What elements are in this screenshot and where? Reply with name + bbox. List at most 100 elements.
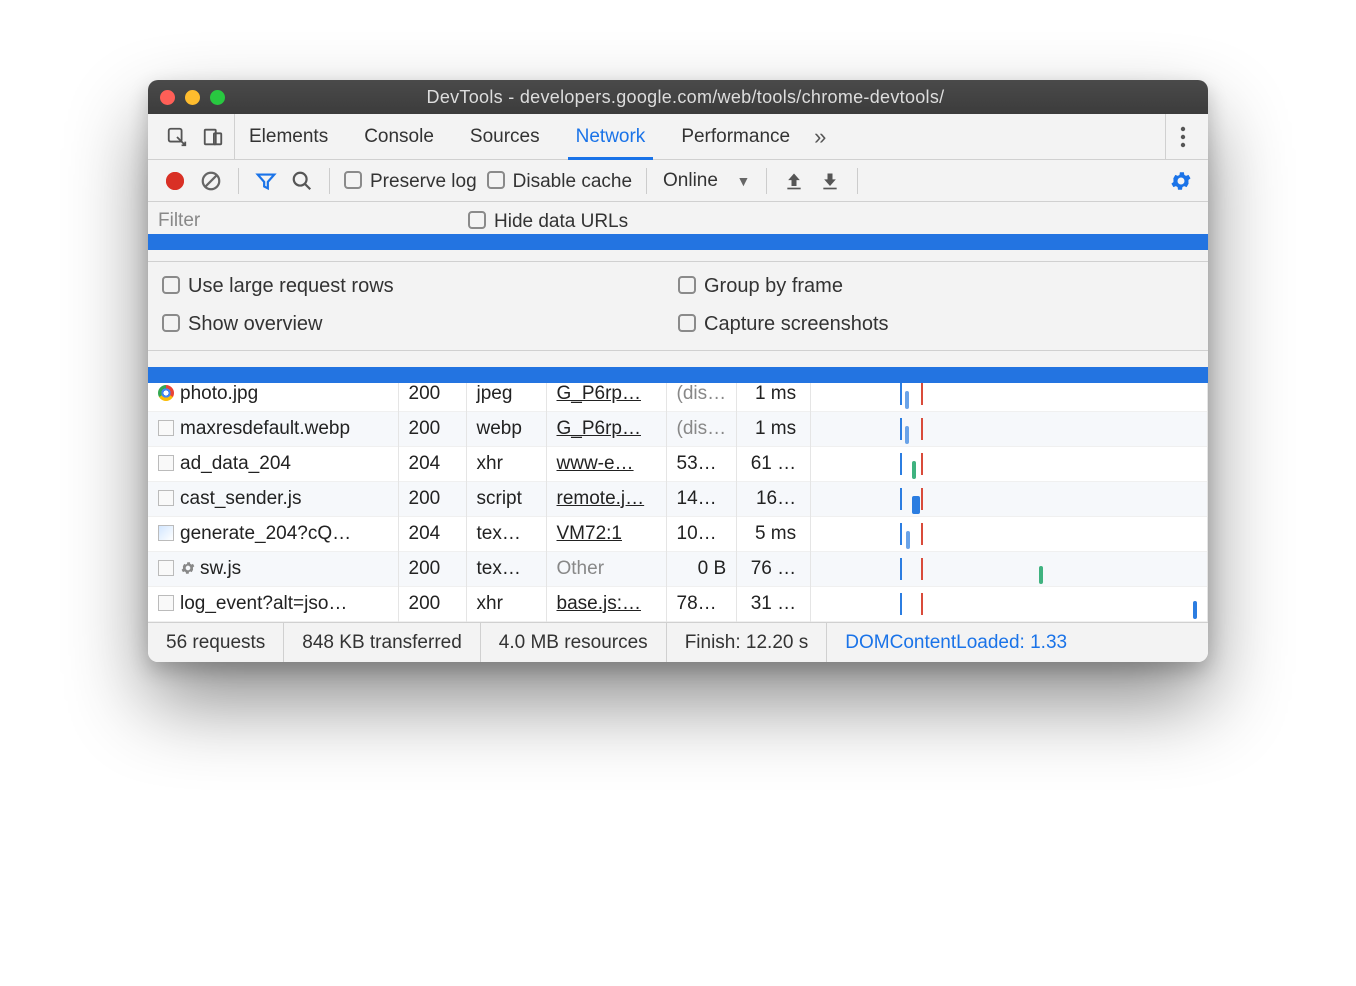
record-button[interactable] xyxy=(162,168,188,194)
request-status: 204 xyxy=(398,447,466,482)
download-har-icon[interactable] xyxy=(817,168,843,194)
request-type: xhr xyxy=(466,587,546,622)
network-settings-panel: Use large request rows Group by frame Sh… xyxy=(148,240,1208,377)
waterfall-cell xyxy=(821,593,1197,615)
chrome-icon xyxy=(158,385,174,401)
request-initiator[interactable]: G_P6rp… xyxy=(557,418,641,439)
tab-performance[interactable]: Performance xyxy=(677,114,794,159)
waterfall-cell xyxy=(821,383,1197,405)
preserve-log-checkbox[interactable]: Preserve log xyxy=(344,169,477,193)
table-row[interactable]: photo.jpg200jpegG_P6rp…(dis…1 ms xyxy=(148,377,1208,412)
table-row[interactable]: generate_204?cQ…204tex…VM72:110…5 ms xyxy=(148,517,1208,552)
request-status: 200 xyxy=(398,552,466,587)
request-size: 14… xyxy=(666,482,737,517)
table-row[interactable]: maxresdefault.webp 200webp G_P6rp… (dis…1 m… xyxy=(148,412,1208,447)
request-size: 78… xyxy=(666,587,737,622)
status-resources: 4.0 MB resources xyxy=(481,623,667,662)
request-initiator[interactable]: VM72:1 xyxy=(557,523,622,544)
devtools-window: DevTools - developers.google.com/web/too… xyxy=(148,80,1208,662)
request-name: ad_data_204 xyxy=(180,453,291,474)
inspect-element-icon[interactable] xyxy=(164,124,190,150)
network-status-bar: 56 requests 848 KB transferred 4.0 MB re… xyxy=(148,622,1208,662)
throttling-dropdown[interactable]: Online ▼ xyxy=(661,170,752,192)
request-size: (dis… xyxy=(666,377,737,412)
chevron-down-icon: ▼ xyxy=(737,173,751,189)
group-by-frame-checkbox[interactable]: Group by frame xyxy=(678,274,1194,298)
close-window-button[interactable] xyxy=(160,90,175,105)
request-name: cast_sender.js xyxy=(180,488,301,509)
request-size: (dis… xyxy=(666,412,737,447)
window-title: DevTools - developers.google.com/web/too… xyxy=(175,87,1196,108)
use-large-rows-checkbox[interactable]: Use large request rows xyxy=(162,274,678,298)
request-type: tex… xyxy=(466,552,546,587)
tab-elements[interactable]: Elements xyxy=(245,114,332,159)
filter-input[interactable]: Filter xyxy=(158,210,468,232)
table-row[interactable]: cast_sender.js 200script remote.j… 14…16… xyxy=(148,482,1208,517)
request-size: 10… xyxy=(666,517,737,552)
tab-sources[interactable]: Sources xyxy=(466,114,544,159)
request-initiator[interactable]: www-e… xyxy=(557,453,634,474)
clear-button[interactable] xyxy=(198,168,224,194)
hide-data-urls-label: Hide data URLs xyxy=(494,211,628,232)
request-time: 5 ms xyxy=(737,517,811,552)
request-initiator[interactable]: G_P6rp… xyxy=(557,383,641,404)
gear-icon xyxy=(180,560,196,576)
doc-file-icon xyxy=(158,490,174,506)
waterfall-cell xyxy=(821,558,1197,580)
request-time: 61 … xyxy=(737,447,811,482)
table-row[interactable]: sw.js 200tex… Other 0 B76 … xyxy=(148,552,1208,587)
request-name: generate_204?cQ… xyxy=(180,523,351,544)
table-row[interactable]: log_event?alt=jso…200xhrbase.js:…78…31 … xyxy=(148,587,1208,622)
waterfall-cell xyxy=(821,523,1197,545)
request-status: 200 xyxy=(398,377,466,412)
request-type: xhr xyxy=(466,447,546,482)
show-overview-checkbox[interactable]: Show overview xyxy=(162,312,678,336)
waterfall-cell xyxy=(821,488,1197,510)
filter-bar: Filter Hide data URLs xyxy=(148,202,1208,240)
search-icon[interactable] xyxy=(289,168,315,194)
request-type: webp xyxy=(466,412,546,447)
request-initiator[interactable]: base.js:… xyxy=(557,593,641,614)
request-status: 200 xyxy=(398,482,466,517)
device-toolbar-icon[interactable] xyxy=(200,124,226,150)
filter-icon[interactable] xyxy=(253,168,279,194)
request-name: sw.js xyxy=(200,558,241,579)
request-time: 1 ms xyxy=(737,412,811,447)
hide-data-urls-checkbox[interactable]: Hide data URLs xyxy=(468,209,628,233)
doc-file-icon xyxy=(158,560,174,576)
devtools-tabstrip: Elements Console Sources Network Performance… xyxy=(148,114,1208,160)
request-size: 53… xyxy=(666,447,737,482)
request-status: 200 xyxy=(398,412,466,447)
table-row[interactable]: ad_data_204 204xhr www-e… 53…61 … xyxy=(148,447,1208,482)
capture-screenshots-checkbox[interactable]: Capture screenshots xyxy=(678,312,1194,336)
titlebar: DevTools - developers.google.com/web/too… xyxy=(148,80,1208,114)
status-finish: Finish: 12.20 s xyxy=(667,623,828,662)
more-tabs-button[interactable]: » xyxy=(814,114,826,159)
doc-file-icon xyxy=(158,420,174,436)
upload-har-icon[interactable] xyxy=(781,168,807,194)
status-requests: 56 requests xyxy=(148,623,284,662)
network-requests-table: photo.jpg200jpegG_P6rp…(dis…1 ms maxresd… xyxy=(148,377,1208,622)
request-initiator[interactable]: remote.j… xyxy=(557,488,645,509)
request-time: 16… xyxy=(737,482,811,517)
throttling-value: Online xyxy=(663,170,718,192)
settings-gear-icon[interactable] xyxy=(1168,168,1194,194)
request-time: 31 … xyxy=(737,587,811,622)
devtools-menu-button[interactable] xyxy=(1165,114,1200,159)
doc-file-icon xyxy=(158,595,174,611)
request-type: tex… xyxy=(466,517,546,552)
request-initiator[interactable]: Other xyxy=(557,558,605,579)
request-name: maxresdefault.webp xyxy=(180,418,350,439)
status-transferred: 848 KB transferred xyxy=(284,623,480,662)
tab-console[interactable]: Console xyxy=(360,114,438,159)
request-type: script xyxy=(466,482,546,517)
doc-file-icon xyxy=(158,455,174,471)
disable-cache-checkbox[interactable]: Disable cache xyxy=(487,169,632,193)
request-time: 76 … xyxy=(737,552,811,587)
request-size: 0 B xyxy=(666,552,737,587)
status-domcontentloaded: DOMContentLoaded: 1.33 xyxy=(827,623,1085,662)
waterfall-cell xyxy=(821,418,1197,440)
tab-network[interactable]: Network xyxy=(572,114,650,159)
request-time: 1 ms xyxy=(737,377,811,412)
preserve-log-label: Preserve log xyxy=(370,171,477,192)
